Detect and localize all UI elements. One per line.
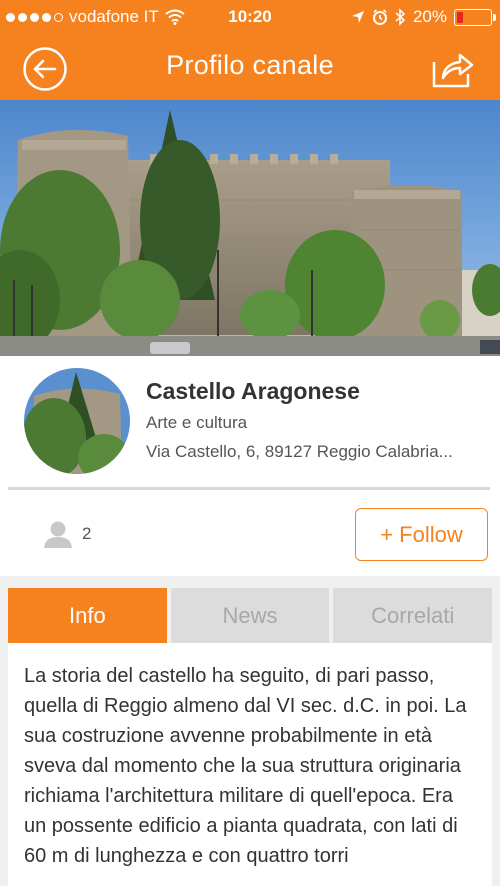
- hero-image: [0, 100, 500, 356]
- tab-correlati[interactable]: Correlati: [333, 588, 493, 643]
- tab-bar: Info News Correlati: [8, 588, 493, 643]
- channel-name: Castello Aragonese: [146, 378, 360, 404]
- divider: [8, 487, 490, 490]
- info-content: La storia del castello ha seguito, di pa…: [8, 643, 492, 886]
- followers-count: 2: [42, 520, 91, 548]
- channel-address: Via Castello, 6, 89127 Reggio Calabria..…: [146, 442, 453, 461]
- battery-percent: 20%: [412, 7, 447, 26]
- battery-icon: [454, 8, 496, 26]
- status-bar: vodafone IT 10:20 20%: [0, 0, 500, 34]
- avatar: [24, 368, 130, 474]
- channel-category: Arte e cultura: [146, 413, 248, 432]
- user-icon: [44, 521, 72, 548]
- nav-bar: Profilo canale: [0, 34, 500, 100]
- top-bar: vodafone IT 10:20 20% Profilo canale: [0, 0, 500, 100]
- tab-info[interactable]: Info: [8, 588, 167, 643]
- share-icon[interactable]: [430, 44, 476, 90]
- location-arrow-icon: [351, 11, 364, 23]
- tab-news[interactable]: News: [170, 588, 330, 643]
- alarm-icon: [372, 9, 387, 25]
- followers-number: 2: [82, 524, 92, 543]
- castle-photo: [0, 100, 500, 356]
- follow-button[interactable]: + Follow: [355, 508, 488, 561]
- profile-card: Castello Aragonese Arte e cultura Via Ca…: [0, 356, 500, 576]
- info-text: La storia del castello ha seguito, di pa…: [24, 665, 467, 867]
- bluetooth-icon: [395, 8, 406, 26]
- page-title: Profilo canale: [166, 50, 334, 80]
